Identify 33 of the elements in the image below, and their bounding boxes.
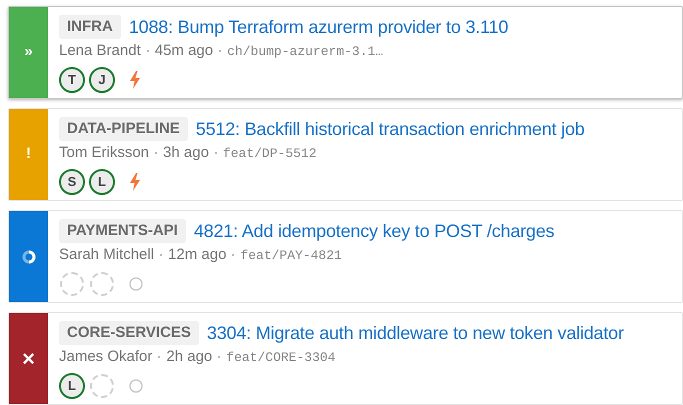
branch-name: feat/DP-5512 [222,144,317,162]
repo-tag: INFRA [59,15,121,39]
pull-request-card[interactable]: ! DATA-PIPELINE 5512: Backfill historical transaction enrichment job Tom Eriksson 3h ago feat/DP-5512 S L [8,108,683,201]
author-name: Sarah Mitchell [59,245,154,265]
pull-request-title[interactable]: 5512: Backfill historical transaction enrichment job [196,118,585,140]
pull-request-title[interactable]: 1088: Bump Terraform azurerm provider to 3.110 [128,16,508,38]
author-name: Tom Eriksson [59,143,150,163]
pull-request-card[interactable]: × CORE-SERVICES 3304: Migrate auth middleware to new token validator James Okafor 2h ago feat/CORE-3304 L [8,312,683,405]
status-glyph: × [22,345,35,373]
reviewer-avatar: T [59,66,85,92]
reviewer-avatar: S [59,168,85,194]
reviewer-avatar: J [89,66,115,92]
status-glyph: » [24,42,33,62]
pull-request-title[interactable]: 3304: Migrate auth middleware to new token validator [206,322,624,344]
age-text: 12m ago [168,245,226,265]
age-text: 2h ago [166,347,212,367]
age-text: 3h ago [163,143,209,163]
branch-name: feat/CORE-3304 [226,348,336,366]
author-name: James Okafor [59,347,152,367]
pull-request-title[interactable]: 4821: Add idempotency key to POST /charges [194,220,554,242]
branch-name: ch/bump-azurerm-3.1… [227,42,384,60]
pull-request-card[interactable]: PAYMENTS-API 4821: Add idempotency key to POST /charges Sarah Mitchell 12m ago feat/PAY-4821 [8,210,683,303]
author-name: Lena Brandt [59,41,141,61]
repo-tag: PAYMENTS-API [59,219,186,243]
age-text: 45m ago [154,41,214,61]
reviewer-avatar: L [89,168,115,194]
pull-request-card[interactable]: » INFRA 1088: Bump Terraform azurerm provider to 3.110 Lena Brandt 45m ago ch/bump-azurerm-3.1… T J [8,6,683,99]
status-glyph: ! [26,144,31,164]
branch-name: feat/PAY-4821 [240,246,342,264]
spinner-icon [22,250,36,264]
reviewer-avatar: L [59,372,85,398]
repo-tag: DATA-PIPELINE [59,117,188,141]
repo-tag: CORE-SERVICES [59,321,199,345]
